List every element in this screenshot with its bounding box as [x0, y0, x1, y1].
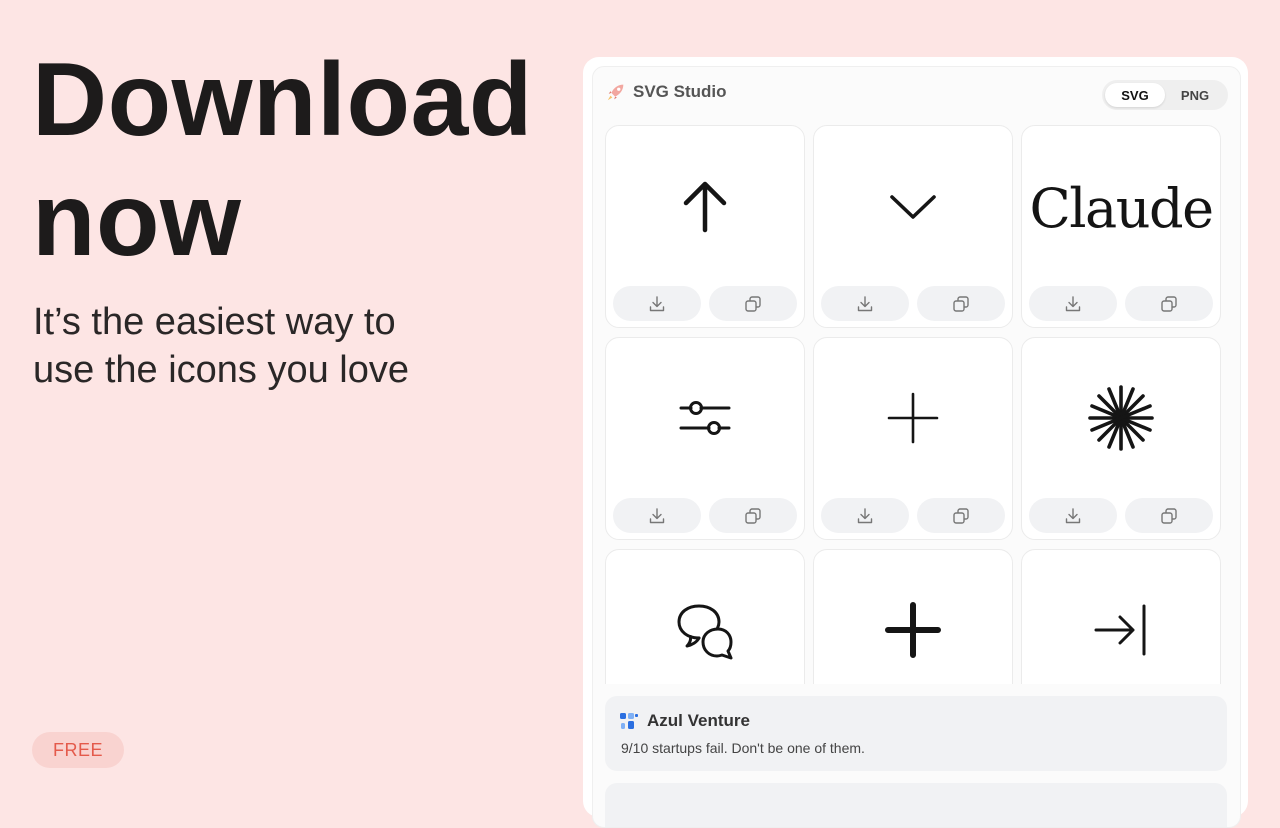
download-icon: [649, 295, 665, 311]
copy-button[interactable]: [1125, 286, 1213, 321]
arrow-right-to-line-icon: [1094, 604, 1146, 656]
sponsor-name: Azul Venture: [647, 711, 750, 730]
copy-button[interactable]: [1125, 498, 1213, 533]
copy-button[interactable]: [709, 498, 797, 533]
download-button[interactable]: [1029, 286, 1117, 321]
copy-icon: [1161, 295, 1177, 312]
download-button[interactable]: [1029, 498, 1117, 533]
sliders-icon: [679, 401, 731, 435]
format-toggle[interactable]: SVG PNG: [1102, 80, 1228, 110]
icon-card[interactable]: [813, 337, 1013, 540]
icon-card[interactable]: [813, 125, 1013, 328]
arrow-up-icon: [683, 181, 727, 233]
app-panel: SVG Studio SVG PNG Claude Azul Venture 9…: [592, 66, 1241, 828]
subtitle: It’s the easiest way to use the icons yo…: [33, 298, 409, 394]
download-icon: [1065, 507, 1081, 523]
free-badge: FREE: [32, 732, 124, 768]
app-window: SVG Studio SVG PNG Claude Azul Venture 9…: [583, 57, 1248, 828]
headline-line-2: now: [32, 162, 242, 278]
copy-icon: [953, 507, 969, 524]
download-button[interactable]: [613, 498, 701, 533]
icon-card[interactable]: [605, 549, 805, 684]
copy-icon: [745, 295, 761, 312]
icon-card[interactable]: [813, 549, 1013, 684]
subtitle-line-1: It’s the easiest way to: [33, 301, 396, 343]
rocket-logo-icon: [607, 84, 624, 101]
sponsor-text: 9/10 startups fail. Don't be one of them…: [621, 740, 865, 756]
format-option-svg[interactable]: SVG: [1105, 83, 1165, 107]
icon-card[interactable]: [1021, 337, 1221, 540]
format-option-png[interactable]: PNG: [1165, 83, 1225, 107]
download-button[interactable]: [613, 286, 701, 321]
next-card-partial: [605, 783, 1227, 827]
icon-card[interactable]: Claude: [1021, 125, 1221, 328]
icon-card[interactable]: [1021, 549, 1221, 684]
icon-card[interactable]: [605, 125, 805, 328]
icon-grid: Claude: [605, 125, 1225, 684]
plus-bold-icon: [885, 602, 941, 658]
headline-line-1: Download: [32, 42, 533, 158]
subtitle-line-2: use the icons you love: [33, 349, 410, 391]
copy-button[interactable]: [917, 286, 1005, 321]
download-icon: [857, 295, 873, 311]
copy-button[interactable]: [917, 498, 1005, 533]
claude-wordmark: Claude: [1029, 176, 1214, 240]
sponsor-card[interactable]: Azul Venture 9/10 startups fail. Don't b…: [605, 696, 1227, 771]
chat-bubbles-icon: [677, 604, 733, 660]
download-button[interactable]: [821, 286, 909, 321]
app-header: SVG Studio: [605, 81, 727, 103]
copy-icon: [1161, 507, 1177, 524]
download-button[interactable]: [821, 498, 909, 533]
download-icon: [1065, 295, 1081, 311]
icon-card[interactable]: [605, 337, 805, 540]
asterisk-burst-icon: [1088, 385, 1154, 451]
plus-thin-icon: [887, 392, 939, 444]
copy-button[interactable]: [709, 286, 797, 321]
download-icon: [649, 507, 665, 523]
azul-venture-logo-icon: [620, 713, 638, 729]
copy-icon: [745, 507, 761, 524]
app-title: SVG Studio: [633, 82, 727, 101]
headline: Download now: [32, 40, 533, 280]
chevron-down-icon: [890, 195, 936, 219]
copy-icon: [953, 295, 969, 312]
download-icon: [857, 507, 873, 523]
